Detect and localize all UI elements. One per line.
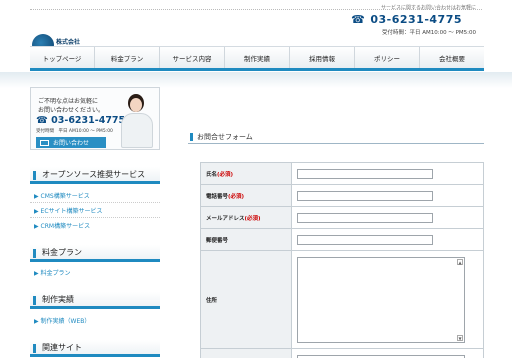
- required-mark: (必須): [228, 193, 245, 200]
- form-row-address: 住所 ▲ ▼: [200, 251, 484, 349]
- logo-text: 株式会社: [56, 39, 81, 46]
- form-cell-email: [292, 207, 484, 228]
- form-cell-address: ▲ ▼: [292, 251, 484, 348]
- form-label-name: 氏名 (必須): [200, 163, 292, 184]
- sidebar-link-price-label: 料金プラン: [40, 270, 71, 277]
- sidebar-link-works-label: 制作実績（WEB）: [40, 318, 91, 325]
- header-phone: ☎ 03-6231-4775: [351, 13, 462, 26]
- contact-banner-line2: お問い合わせください。: [38, 107, 105, 114]
- form-row-next: [200, 349, 484, 358]
- sidebar-link-ec-label: ECサイト構築サービス: [40, 208, 103, 215]
- nav-item-price[interactable]: 料金プラン: [95, 47, 160, 68]
- sidebar-link-works[interactable]: ▶ 制作実績（WEB）: [34, 316, 90, 325]
- global-nav: トップページ 料金プラン サービス内容 制作実績 採用情報 ポリシー 会社概要: [30, 46, 484, 71]
- sidebar-heading-oss: オープンソース推奨サービス: [30, 167, 160, 184]
- form-label-email-text: メールアドレス: [206, 215, 245, 222]
- mail-icon: [40, 139, 49, 146]
- form-row-email: メールアドレス (必須): [200, 207, 484, 229]
- form-cell-zip: [292, 229, 484, 250]
- email-field[interactable]: [297, 213, 433, 223]
- sidebar-link-crm[interactable]: ▶ CRM構築サービス: [34, 221, 90, 230]
- scroll-down-icon[interactable]: ▼: [457, 335, 463, 341]
- form-title: お問合せフォーム: [188, 130, 484, 144]
- sidebar-link-ec[interactable]: ▶ ECサイト構築サービス: [34, 206, 103, 215]
- form-row-zip: 郵便番号: [200, 229, 484, 251]
- sidebar-link-crm-label: CRM構築サービス: [40, 223, 91, 230]
- phone-icon: ☎: [351, 13, 366, 26]
- form-label-next: [200, 349, 292, 358]
- sidebar-heading-works: 制作実績: [30, 292, 160, 309]
- nav-item-works[interactable]: 制作実績: [225, 47, 290, 68]
- required-mark: (必須): [244, 215, 261, 222]
- phone-icon: ☎: [36, 115, 48, 126]
- form-label-name-text: 氏名: [206, 171, 218, 178]
- nav-item-top[interactable]: トップページ: [30, 47, 95, 68]
- sidebar-link-cms[interactable]: ▶ CMS構築サービス: [34, 191, 90, 200]
- operator-body: [121, 113, 153, 148]
- address-textarea[interactable]: ▲ ▼: [297, 257, 465, 343]
- form-label-address: 住所: [200, 251, 292, 348]
- contact-banner-phone: ☎ 03-6231-4775: [36, 115, 125, 126]
- form-label-zip-text: 郵便番号: [206, 237, 229, 244]
- sidebar-divider: [30, 217, 160, 218]
- form-label-address-text: 住所: [206, 297, 218, 304]
- nav-item-service[interactable]: サービス内容: [160, 47, 225, 68]
- header-tagline: サービスに関するお問い合わせはお気軽に: [380, 5, 476, 11]
- nav-item-recruit[interactable]: 採用情報: [290, 47, 355, 68]
- sidebar-heading-price: 料金プラン: [30, 245, 160, 262]
- form-cell-tel: [292, 185, 484, 206]
- operator-photo: [118, 92, 156, 148]
- contact-banner-phone-number: 03-6231-4775: [51, 115, 126, 126]
- sidebar-link-price[interactable]: ▶ 料金プラン: [34, 268, 71, 277]
- scroll-up-icon[interactable]: ▲: [457, 259, 463, 265]
- form-cell-name: [292, 163, 484, 184]
- form-cell-next: [292, 349, 484, 358]
- sidebar-divider: [30, 202, 160, 203]
- required-mark: (必須): [217, 171, 234, 178]
- header-hours: 受付時間：平日 AM10:00 〜 PM5:00: [381, 30, 476, 36]
- operator-face: [130, 98, 142, 112]
- nav-item-company[interactable]: 会社概要: [420, 47, 484, 68]
- form-label-zip: 郵便番号: [200, 229, 292, 250]
- contact-banner[interactable]: ご不明な点はお気軽に お問い合わせください。 ☎ 03-6231-4775 受付…: [30, 87, 160, 150]
- form-label-tel: 電話番号 (必須): [200, 185, 292, 206]
- contact-button[interactable]: お問い合わせ: [36, 137, 106, 148]
- contact-banner-line1: ご不明な点はお気軽に: [38, 98, 99, 105]
- nav-item-policy[interactable]: ポリシー: [355, 47, 420, 68]
- form-label-tel-text: 電話番号: [206, 193, 229, 200]
- contact-banner-hours: 受付時間 平日 AM10:00 〜 PM5:00: [36, 129, 113, 134]
- sidebar-link-cms-label: CMS構築サービス: [40, 193, 90, 200]
- name-field[interactable]: [297, 169, 433, 179]
- header-band: [0, 72, 512, 88]
- tel-field[interactable]: [297, 191, 433, 201]
- header-phone-number: 03-6231-4775: [370, 13, 462, 26]
- zip-field[interactable]: [297, 235, 433, 245]
- contact-form: 氏名 (必須) 電話番号 (必須) メールアドレス (必須) 郵便番号 住所 ▲ ▼: [200, 162, 484, 358]
- contact-button-label: お問い合わせ: [53, 140, 90, 147]
- form-label-email: メールアドレス (必須): [200, 207, 292, 228]
- sidebar-heading-related: 関連サイト: [30, 340, 160, 357]
- form-row-tel: 電話番号 (必須): [200, 185, 484, 207]
- form-row-name: 氏名 (必須): [200, 163, 484, 185]
